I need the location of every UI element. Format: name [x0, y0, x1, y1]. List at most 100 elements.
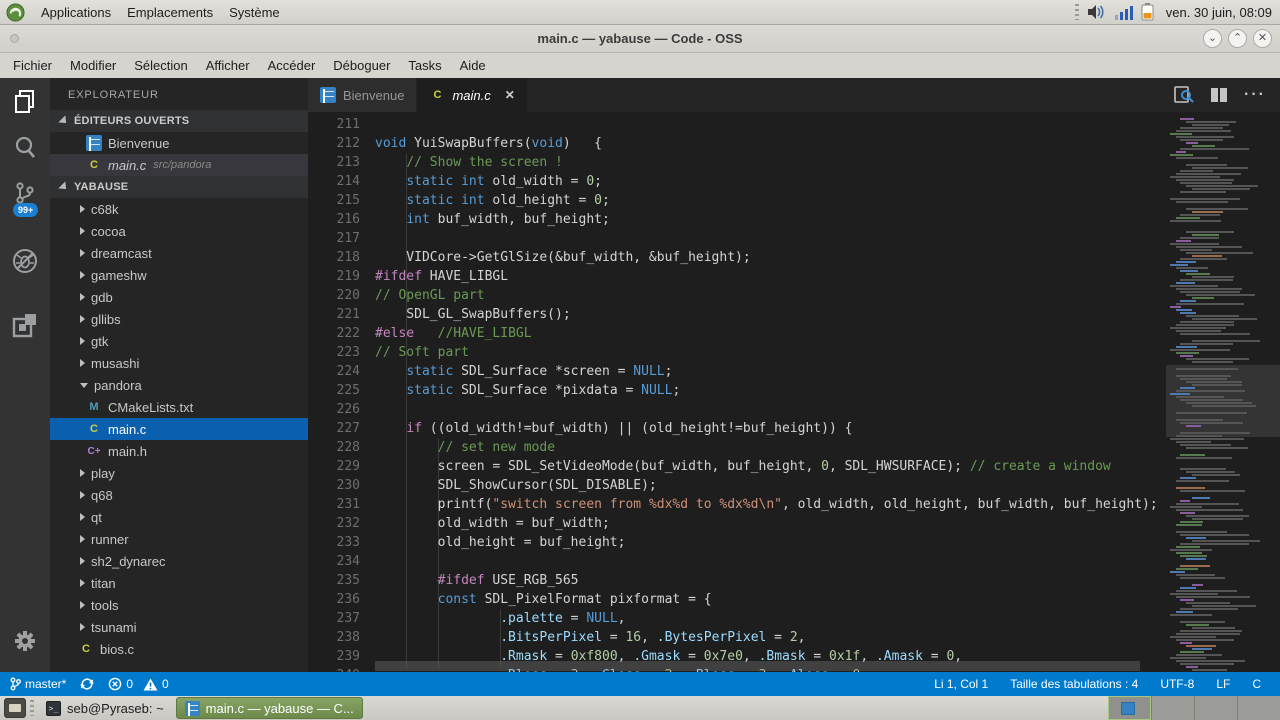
menu-accéder[interactable]: Accéder	[259, 53, 325, 78]
cursor-position[interactable]: Li 1, Col 1	[923, 672, 999, 696]
settings-gear-icon[interactable]	[0, 618, 50, 664]
window-titlebar[interactable]: main.c — yabause — Code - OSS ⌄ ⌃ ✕	[0, 25, 1280, 53]
taskbar-window-button[interactable]: >_seb@Pyraseb: ~	[38, 697, 172, 719]
tab-main.c[interactable]: Cmain.c✕	[417, 78, 526, 112]
code-line[interactable]: #else //HAVE_LIBGL	[375, 324, 1166, 343]
project-header[interactable]: YABAUSE	[50, 176, 308, 198]
workspace-3[interactable]	[1194, 696, 1237, 720]
maximize-button[interactable]: ⌃	[1228, 29, 1247, 48]
tree-item-main.h[interactable]: C+main.h	[50, 440, 308, 462]
workspace-4[interactable]	[1237, 696, 1280, 720]
problems-indicator[interactable]: 0 0	[101, 672, 175, 696]
open-preview-icon[interactable]	[1174, 86, 1194, 104]
open-editors-header[interactable]: ÉDITEURS OUVERTS	[50, 110, 308, 132]
open-editor-item[interactable]: Bienvenue	[50, 132, 308, 154]
code-line[interactable]: #ifdef HAVE_LIBGL	[375, 267, 1166, 286]
code-line[interactable]	[375, 400, 1166, 419]
code-line[interactable]	[375, 552, 1166, 571]
code-line[interactable]: static int old_width = 0;	[375, 172, 1166, 191]
tree-item-dreamcast[interactable]: dreamcast	[50, 242, 308, 264]
language-mode[interactable]: C	[1241, 672, 1272, 696]
desktop-menu-emplacements[interactable]: Emplacements	[119, 5, 221, 20]
code-line[interactable]: VIDCore->GetGlSize(&buf_width, &buf_heig…	[375, 248, 1166, 267]
tab-bienvenue[interactable]: Bienvenue	[308, 78, 416, 112]
code-line[interactable]: const SDL_PixelFormat pixformat = {	[375, 590, 1166, 609]
menu-modifier[interactable]: Modifier	[61, 53, 125, 78]
code-line[interactable]: int buf_width, buf_height;	[375, 210, 1166, 229]
code-line[interactable]: // set new mode	[375, 438, 1166, 457]
network-signal-icon[interactable]	[1115, 5, 1133, 20]
code-line[interactable]: SDL_GL_SwapBuffers();	[375, 305, 1166, 324]
code-line[interactable]: old_height = buf_height;	[375, 533, 1166, 552]
minimize-button[interactable]: ⌄	[1203, 29, 1222, 48]
workspace-1[interactable]	[1108, 696, 1151, 720]
code-line[interactable]: if ((old_width!=buf_width) || (old_heigh…	[375, 419, 1166, 438]
code-content[interactable]: void YuiSwapBuffers(void) { // Show the …	[375, 115, 1166, 672]
more-actions-icon[interactable]: ···	[1244, 86, 1266, 104]
close-tab-icon[interactable]: ✕	[505, 88, 515, 102]
tree-item-play[interactable]: play	[50, 462, 308, 484]
tree-item-gllibs[interactable]: gllibs	[50, 308, 308, 330]
tree-item-pandora[interactable]: pandora	[50, 374, 308, 396]
code-line[interactable]: static SDL_Surface *screen = NULL;	[375, 362, 1166, 381]
tree-item-q68[interactable]: q68	[50, 484, 308, 506]
tree-item-runner[interactable]: runner	[50, 528, 308, 550]
tree-item-tools[interactable]: tools	[50, 594, 308, 616]
search-icon[interactable]	[0, 124, 50, 170]
horizontal-scrollbar[interactable]	[375, 661, 1140, 671]
workspace-2[interactable]	[1151, 696, 1194, 720]
desktop-menu-système[interactable]: Système	[221, 5, 288, 20]
code-line[interactable]: .BitsPerPixel = 16, .BytesPerPixel = 2,	[375, 628, 1166, 647]
code-editor[interactable]: 2112122132142152162172182192202212222232…	[308, 112, 1280, 672]
explorer-icon[interactable]	[0, 78, 50, 124]
sync-button[interactable]	[73, 672, 101, 696]
file-manager-launcher-icon[interactable]	[4, 698, 26, 718]
code-line[interactable]: printf("switch screen from %dx%d to %dx%…	[375, 495, 1166, 514]
code-line[interactable]: screen = SDL_SetVideoMode(buf_width, buf…	[375, 457, 1166, 476]
code-line[interactable]	[375, 229, 1166, 248]
extensions-icon[interactable]	[0, 302, 50, 348]
volume-icon[interactable]	[1087, 4, 1107, 20]
tree-item-qt[interactable]: qt	[50, 506, 308, 528]
debug-icon[interactable]	[0, 238, 50, 284]
code-line[interactable]: static int old_height = 0;	[375, 191, 1166, 210]
git-branch-indicator[interactable]: master*	[0, 672, 73, 696]
tree-item-tsunami[interactable]: tsunami	[50, 616, 308, 638]
tree-item-gdb[interactable]: gdb	[50, 286, 308, 308]
code-line[interactable]	[375, 115, 1166, 134]
tree-item-cocoa[interactable]: cocoa	[50, 220, 308, 242]
encoding[interactable]: UTF-8	[1149, 672, 1205, 696]
desktop-menu-applications[interactable]: Applications	[33, 5, 119, 20]
code-line[interactable]: SDL_ShowCursor(SDL_DISABLE);	[375, 476, 1166, 495]
eol[interactable]: LF	[1205, 672, 1241, 696]
split-editor-icon[interactable]	[1210, 87, 1228, 103]
code-line[interactable]: #ifdef USE_RGB_565	[375, 571, 1166, 590]
tab-size[interactable]: Taille des tabulations : 4	[999, 672, 1149, 696]
code-line[interactable]: void YuiSwapBuffers(void) {	[375, 134, 1166, 153]
tree-item-bios.c[interactable]: Cbios.c	[50, 638, 308, 660]
tree-item-titan[interactable]: titan	[50, 572, 308, 594]
tree-item-musashi[interactable]: musashi	[50, 352, 308, 374]
code-line[interactable]: // OpenGL part	[375, 286, 1166, 305]
menu-afficher[interactable]: Afficher	[197, 53, 259, 78]
distro-logo-icon[interactable]	[6, 3, 25, 22]
tree-item-main.c[interactable]: Cmain.c	[50, 418, 308, 440]
taskbar-window-button[interactable]: main.c — yabause — C...	[176, 697, 363, 719]
tree-item-CMakeLists.txt[interactable]: MCMakeLists.txt	[50, 396, 308, 418]
menu-sélection[interactable]: Sélection	[125, 53, 196, 78]
menu-fichier[interactable]: Fichier	[4, 53, 61, 78]
battery-icon[interactable]	[1141, 3, 1154, 21]
menu-aide[interactable]: Aide	[451, 53, 495, 78]
close-button[interactable]: ✕	[1253, 29, 1272, 48]
code-line[interactable]: static SDL_Surface *pixdata = NULL;	[375, 381, 1166, 400]
tree-item-sh2_dynarec[interactable]: sh2_dynarec	[50, 550, 308, 572]
menu-déboguer[interactable]: Déboguer	[324, 53, 399, 78]
code-line[interactable]: // Show the screen !	[375, 153, 1166, 172]
code-line[interactable]: // Soft part	[375, 343, 1166, 362]
minimap[interactable]	[1166, 112, 1280, 672]
clock[interactable]: ven. 30 juin, 08:09	[1162, 5, 1272, 20]
menu-tasks[interactable]: Tasks	[399, 53, 450, 78]
open-editor-item[interactable]: Cmain.csrc/pandora	[50, 154, 308, 176]
tree-item-gtk[interactable]: gtk	[50, 330, 308, 352]
code-line[interactable]: old_width = buf_width;	[375, 514, 1166, 533]
